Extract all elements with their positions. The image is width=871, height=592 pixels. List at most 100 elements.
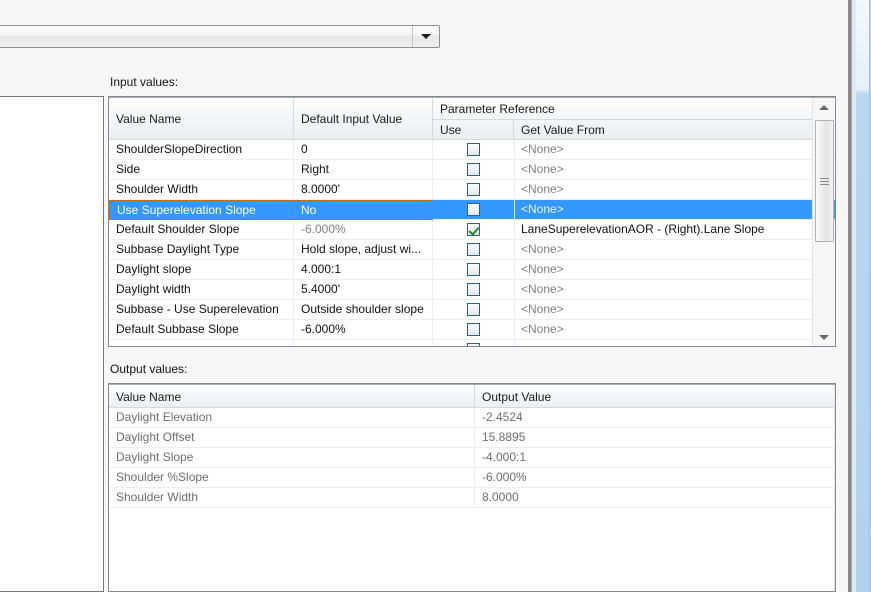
input-table-header: Value Name Default Input Value Parameter… xyxy=(109,98,813,140)
input-cell-get-value-from[interactable]: <None> xyxy=(514,160,813,179)
table-row[interactable]: Side Right <None> xyxy=(109,160,835,180)
output-cell-value-name: Daylight Elevation xyxy=(109,408,475,427)
input-cell-default-value[interactable]: Right xyxy=(294,160,433,179)
output-cell-value-name: Daylight Offset xyxy=(109,428,475,447)
table-row[interactable] xyxy=(109,340,835,346)
checkbox-unchecked-icon[interactable] xyxy=(467,143,480,156)
input-cell-default-value[interactable]: Hold slope, adjust wi... xyxy=(294,240,433,259)
input-column-header-parameter-reference: Parameter Reference xyxy=(440,101,555,116)
table-row[interactable]: Daylight Elevation -2.4524 xyxy=(109,408,835,428)
input-cell-value-name: Daylight slope xyxy=(109,260,294,279)
triangle-up-icon xyxy=(818,105,829,110)
input-cell-use[interactable] xyxy=(433,140,515,159)
input-cell-default-value[interactable]: -6.000% xyxy=(294,220,433,239)
table-row[interactable]: Default Subbase Slope -6.000% <None> xyxy=(109,320,835,340)
table-row[interactable]: Daylight Slope -4.000:1 xyxy=(109,448,835,468)
input-cell-get-value-from[interactable]: <None> xyxy=(514,280,813,299)
table-row[interactable]: Daylight Offset 15.8895 xyxy=(109,428,835,448)
output-cell-output-value: -2.4524 xyxy=(482,410,523,424)
output-values-label: Output values: xyxy=(110,362,188,376)
checkbox-unchecked-icon[interactable] xyxy=(467,343,480,346)
checkbox-unchecked-icon[interactable] xyxy=(467,263,480,276)
input-column-header-value-name[interactable]: Value Name xyxy=(109,98,294,140)
table-row[interactable]: Default Shoulder Slope -6.000% LaneSuperel… xyxy=(109,220,835,240)
output-cell-output-value: 15.8895 xyxy=(482,430,526,444)
checkbox-unchecked-icon[interactable] xyxy=(467,283,480,296)
table-row[interactable]: Shoulder Width 8.0000' <None> xyxy=(109,180,835,200)
input-column-header-use[interactable]: Use xyxy=(433,119,514,140)
input-cell-get-value-from[interactable]: <None> xyxy=(514,180,813,199)
input-cell-get-value-from[interactable]: <None> xyxy=(514,140,813,159)
checkbox-unchecked-icon[interactable] xyxy=(467,303,480,316)
input-cell-default-value[interactable]: 5.4000' xyxy=(294,280,433,299)
input-cell-get-value-from[interactable]: <None> xyxy=(514,200,813,219)
input-cell-use[interactable] xyxy=(433,180,515,199)
output-table-header: Value Name Output Value xyxy=(109,385,835,408)
input-cell-use[interactable] xyxy=(433,240,515,259)
checkbox-unchecked-icon[interactable] xyxy=(467,163,480,176)
output-cell-value-name: Shoulder %Slope xyxy=(109,468,475,487)
scroll-up-button[interactable] xyxy=(813,98,834,117)
output-table-gutter xyxy=(834,385,835,591)
input-cell-default-value[interactable]: No xyxy=(294,200,433,220)
input-cell-use[interactable] xyxy=(433,300,515,319)
input-cell-get-value-from[interactable]: <None> xyxy=(514,300,813,319)
input-cell-use[interactable] xyxy=(433,160,515,179)
input-cell-default-value[interactable]: 8.0000' xyxy=(294,180,433,199)
checkbox-checked-icon[interactable] xyxy=(467,223,480,236)
input-cell-get-value-from[interactable]: <None> xyxy=(514,260,813,279)
input-cell-get-value-from[interactable] xyxy=(514,340,813,346)
scroll-thumb-grip-icon xyxy=(820,176,829,187)
input-cell-default-value[interactable]: -6.000% xyxy=(294,320,433,339)
input-cell-default-value[interactable]: 4.000:1 xyxy=(294,260,433,279)
combobox-dropdown-button[interactable] xyxy=(412,26,439,47)
output-column-header-value-name[interactable]: Value Name xyxy=(109,385,475,408)
input-table-rows: ShoulderSlopeDirection 0 <None> Side Right <N… xyxy=(109,140,835,346)
triangle-down-icon xyxy=(818,335,829,340)
preview-pane xyxy=(0,96,104,592)
input-cell-default-value[interactable] xyxy=(294,340,433,346)
output-cell-output-value: -6.000% xyxy=(482,470,527,484)
input-cell-value-name: Daylight width xyxy=(109,280,294,299)
input-cell-use[interactable] xyxy=(433,220,515,239)
table-row[interactable]: Subbase Daylight Type Hold slope, adjust … xyxy=(109,240,835,260)
input-cell-value-name: Use Superelevation Slope xyxy=(109,200,294,220)
input-cell-use[interactable] xyxy=(433,280,515,299)
output-cell-value-name: Shoulder Width xyxy=(109,488,475,507)
table-row[interactable]: Use Superelevation Slope No <None> xyxy=(109,200,835,220)
table-row[interactable]: ShoulderSlopeDirection 0 <None> xyxy=(109,140,835,160)
input-values-table: Value Name Default Input Value Parameter… xyxy=(108,96,836,347)
input-cell-value-name: ShoulderSlopeDirection xyxy=(109,140,294,159)
table-row[interactable]: Daylight width 5.4000' <None> xyxy=(109,280,835,300)
checkbox-unchecked-icon[interactable] xyxy=(467,203,480,216)
table-row[interactable]: Shoulder %Slope -6.000% xyxy=(109,468,835,488)
chevron-down-icon xyxy=(421,34,431,39)
subassembly-selector-combobox[interactable] xyxy=(0,25,440,48)
table-row[interactable]: Shoulder Width 8.0000 xyxy=(109,488,835,508)
input-table-scrollbar[interactable] xyxy=(812,98,834,346)
input-cell-default-value[interactable]: 0 xyxy=(294,140,433,159)
table-row[interactable]: Subbase - Use Superelevation Outside shou… xyxy=(109,300,835,320)
input-cell-get-value-from[interactable]: <None> xyxy=(514,320,813,339)
scrollbar-thumb[interactable] xyxy=(815,120,834,242)
input-column-header-get-value-from[interactable]: Get Value From xyxy=(514,119,813,140)
scroll-down-button[interactable] xyxy=(813,328,834,346)
input-cell-default-value[interactable]: Outside shoulder slope xyxy=(294,300,433,319)
output-cell-value-name: Daylight Slope xyxy=(109,448,475,467)
checkbox-unchecked-icon[interactable] xyxy=(467,243,480,256)
checkbox-unchecked-icon[interactable] xyxy=(467,183,480,196)
output-column-header-output-value[interactable]: Output Value xyxy=(475,385,835,408)
input-cell-use[interactable] xyxy=(433,340,515,346)
output-table-rows: Daylight Elevation -2.4524 Daylight Offset… xyxy=(109,408,835,508)
input-cell-use[interactable] xyxy=(433,260,515,279)
input-cell-use[interactable] xyxy=(433,320,515,339)
checkbox-unchecked-icon[interactable] xyxy=(467,323,480,336)
input-values-label: Input values: xyxy=(110,75,179,89)
input-cell-use[interactable] xyxy=(433,200,515,219)
dialog-panel: Input values: Output values: Value Name … xyxy=(0,0,871,592)
table-row[interactable]: Daylight slope 4.000:1 <None> xyxy=(109,260,835,280)
window-glass-edge xyxy=(852,0,871,592)
input-cell-get-value-from[interactable]: <None> xyxy=(514,240,813,259)
input-cell-get-value-from[interactable]: LaneSuperelevationAOR - (Right).Lane Slo… xyxy=(514,220,813,239)
input-column-header-default-input-value[interactable]: Default Input Value xyxy=(294,98,433,140)
